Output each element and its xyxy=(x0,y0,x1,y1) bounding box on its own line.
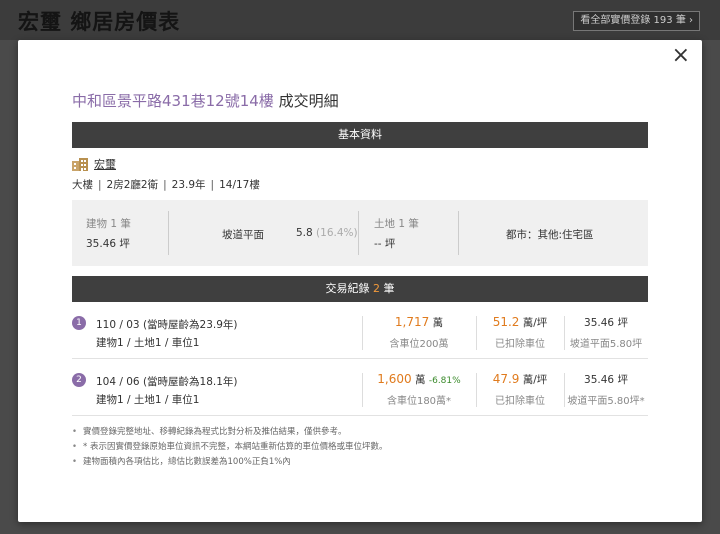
tx-unit-note: 已扣除車位 xyxy=(495,396,545,407)
footnote: * 表示因實價登錄原始車位資訊不完整，本網站重新估算的車位價格或車位坪數。 xyxy=(72,440,387,455)
ramp-percent: (16.4%) xyxy=(316,227,358,239)
spec-age: 23.9年 xyxy=(171,179,206,191)
ramp-info: 坡道平面 5.8 (16.4%) xyxy=(168,200,358,266)
tx-area: 35.46 坪 xyxy=(584,374,628,386)
spec-separator: | xyxy=(98,179,102,191)
tx-date-age: 104 / 06 (當時屋齡為18.1年) xyxy=(96,376,238,388)
tx-area: 35.46 坪 xyxy=(584,317,628,329)
building-label: 建物 1 筆 xyxy=(86,218,131,230)
ramp-value: 5.8 xyxy=(296,227,313,239)
tx-unit-price: 51.2 萬/坪 xyxy=(476,315,564,330)
spec-separator: | xyxy=(163,179,167,191)
tx-total-price: 1,717 萬 xyxy=(362,315,476,330)
tx-total-unit: 萬 xyxy=(432,317,444,329)
tx-header-unit: 筆 xyxy=(383,282,395,295)
ramp-label: 坡道平面 xyxy=(222,229,264,241)
all-records-button[interactable]: 看全部實價登錄 193 筆 › xyxy=(573,11,700,31)
title-suffix: 成交明細 xyxy=(278,92,339,110)
tx-unit-unit: 萬/坪 xyxy=(522,317,548,329)
title-address: 中和區景平路431巷12號14樓 xyxy=(72,92,274,110)
spec-type: 大樓 xyxy=(72,179,93,191)
tx-total-price: 1,600 萬 -6.81% xyxy=(362,372,476,387)
tx-price-change: -6.81% xyxy=(428,376,461,386)
zoning-value: 都市：其他:住宅區 xyxy=(506,229,594,241)
land-info: 土地 1 筆 -- 坪 xyxy=(358,200,458,266)
tx-unit-note: 已扣除車位 xyxy=(495,339,545,350)
footnote: 建物面積內各項估比，總估比數誤差為100%正負1%內 xyxy=(72,455,387,470)
tx-unit-price: 47.9 萬/坪 xyxy=(476,372,564,387)
row-divider xyxy=(72,358,648,359)
tx-counts: 建物1 / 土地1 / 車位1 xyxy=(96,394,200,406)
spec-floor: 14/17樓 xyxy=(219,179,260,191)
builder-link[interactable]: 宏璽 xyxy=(94,156,116,172)
builder-row: 宏璽 xyxy=(72,156,116,172)
tx-total-number: 1,717 xyxy=(394,315,430,329)
transaction-row: 2 104 / 06 (當時屋齡為18.1年) 建物1 / 土地1 / 車位1 … xyxy=(72,369,648,413)
tx-total-number: 1,600 xyxy=(377,372,412,386)
transaction-row: 1 110 / 03 (當時屋齡為23.9年) 建物1 / 土地1 / 車位1 … xyxy=(72,312,648,356)
tx-total-note: 含車位200萬 xyxy=(389,339,449,350)
zoning-info: 都市：其他:住宅區 xyxy=(458,200,648,266)
transaction-detail-modal: × 中和區景平路431巷12號14樓 成交明細 基本資料 宏璽 大樓 | 2房2廳2… xyxy=(18,40,702,522)
land-area: -- 坪 xyxy=(374,238,396,250)
tx-index-badge: 1 xyxy=(72,316,86,330)
building-info: 建物 1 筆 35.46 坪 xyxy=(72,200,168,266)
modal-title: 中和區景平路431巷12號14樓 成交明細 xyxy=(72,90,339,111)
building-icon xyxy=(72,157,88,171)
tx-index-badge: 2 xyxy=(72,373,86,387)
tx-total-unit: 萬 xyxy=(415,374,426,386)
tx-unit-number: 47.9 xyxy=(492,372,520,386)
property-specs: 大樓 | 2房2廳2衛 | 23.9年 | 14/17樓 xyxy=(72,177,260,192)
transactions-header: 交易紀錄 2 筆 xyxy=(72,276,648,302)
building-area: 35.46 坪 xyxy=(86,238,130,250)
row-divider xyxy=(72,415,648,416)
land-label: 土地 1 筆 xyxy=(374,218,419,230)
area-info-box: 建物 1 筆 35.46 坪 坡道平面 5.8 (16.4%) 土地 1 筆 -… xyxy=(72,200,648,266)
footnote: 實價登錄完整地址、移轉紀錄為程式比對分析及推估結果，僅供參考。 xyxy=(72,425,387,440)
tx-total-note: 含車位180萬* xyxy=(386,396,452,407)
tx-date-age: 110 / 03 (當時屋齡為23.9年) xyxy=(96,319,238,331)
footnotes: 實價登錄完整地址、移轉紀錄為程式比對分析及推估結果，僅供參考。 * 表示因實價登… xyxy=(72,425,387,470)
tx-unit-number: 51.2 xyxy=(492,315,520,329)
tx-counts: 建物1 / 土地1 / 車位1 xyxy=(96,337,200,349)
basic-info-header: 基本資料 xyxy=(72,122,648,148)
tx-area-note: 坡道平面5.80坪* xyxy=(567,396,645,407)
tx-header-label: 交易紀錄 xyxy=(325,282,370,295)
ramp-value-group: 5.8 (16.4%) xyxy=(296,227,358,239)
tx-count: 2 xyxy=(373,282,380,295)
spec-layout: 2房2廳2衛 xyxy=(106,179,159,191)
tx-unit-unit: 萬/坪 xyxy=(522,374,548,386)
tx-area-note: 坡道平面5.80坪 xyxy=(569,339,643,350)
page-title: 宏璽 鄉居房價表 xyxy=(18,10,181,34)
spec-separator: | xyxy=(210,179,215,191)
close-icon[interactable]: × xyxy=(672,43,690,68)
